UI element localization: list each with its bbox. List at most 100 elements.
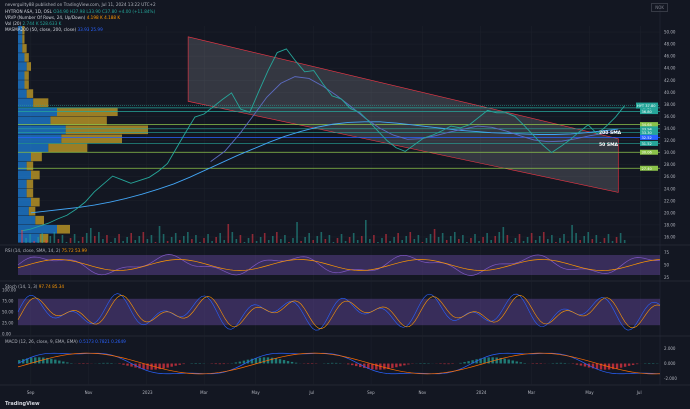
time-tick-label: Jul [636,390,642,395]
volume-bar [575,233,577,243]
macd-histogram-bar [162,363,165,369]
volume-bar [466,242,468,243]
macd-histogram-bar [619,363,623,368]
volume-bar [421,242,424,243]
macd-histogram-bar [483,357,486,364]
volume-bar [522,241,525,243]
ma-label[interactable]: MASMA200 (50, close, 200, close) [5,27,76,32]
price-tick-label: 18.00 [664,222,676,227]
macd-histogram-bar [282,360,286,364]
macd-histogram-bar [222,363,226,365]
volume-bar [514,238,517,243]
volume-bar [547,239,549,243]
volume-bar [316,236,319,243]
volume-profile-down-bar [22,44,27,53]
macd-histogram-bar [330,362,334,364]
volume-bar [267,240,270,243]
time-tick-label: Nov [85,390,93,395]
volume-bar [174,233,177,243]
volume-label[interactable]: Vol (20) [5,21,21,26]
macd-histogram-bar [579,363,583,366]
volume-bar [482,237,484,243]
volume-bar [211,241,213,243]
volume-profile-up-bar [18,35,23,44]
macd-histogram-bar [106,362,109,364]
volume-bar [134,240,137,243]
volume-profile-down-bar [26,89,34,98]
volume-profile-up-bar [18,53,25,62]
volume-bar [474,234,476,243]
rsi-tick-label: 50 [664,263,670,268]
volume-bar [69,238,72,243]
chart-svg[interactable]: 16.00 18.00 20.00 22.00 24.00 26.00 28.00 30.00… [0,0,690,409]
vrvp-label[interactable]: VRVP (Number Of Rows, 24, Up/Down) [5,15,85,20]
volume-bar [162,234,165,243]
volume-bar [599,242,602,243]
volume-bar [498,232,501,243]
volume-bar [150,235,153,243]
volume-bar [255,241,258,243]
volume-bar [563,234,565,243]
volume-bar [542,232,545,243]
volume-bar [344,241,347,243]
macd-label[interactable]: MACD (12, 26, close, 9, EMA, EMA) [5,339,78,344]
volume-bar [623,240,626,243]
volume-bar [478,241,480,243]
macd-histogram-bar [575,363,579,365]
macd-histogram-bar [519,362,522,364]
level-label: 33.30 [642,131,653,135]
macd-histogram-bar [214,363,218,365]
volume-bar [369,239,371,243]
volume-bar [373,235,375,243]
volume-bar [182,236,185,243]
volume-bar [122,241,124,243]
volume-profile-down-bar [26,179,34,189]
volume-bar [271,236,274,243]
volume-bar [118,234,120,243]
currency-badge[interactable]: NOK [651,3,668,12]
volume-bar [215,237,217,243]
volume-bar [397,233,399,243]
volume-profile-down-bar [31,152,42,162]
volume-bar [126,237,128,243]
symbol-name[interactable]: HYTRON ASA, 1D, OSL [5,9,52,14]
volume-profile-up-bar [18,80,25,89]
volume-bar [595,235,598,243]
volume-bar [340,234,343,243]
volume-profile-up-bar [18,215,36,225]
level-label: 36.80 [642,110,653,114]
macd-histogram-bar [403,363,406,366]
volume-bar [445,240,448,243]
price-tick-label: 38.00 [664,102,676,107]
volume-bar [191,239,193,243]
stoch-label[interactable]: Stoch (14, 1, 3) [5,284,37,289]
macd-signal-line [17,352,661,375]
macd-histogram-bar [615,363,619,369]
volume-profile-down-bar [35,215,44,225]
stoch-tick-label: 0.00 [2,332,11,337]
volume-values: 2.744 K 528.633 K [22,21,62,26]
macd-histogram-bar [399,363,402,367]
volume-profile-down-bar [26,161,34,171]
volume-bar [510,242,513,243]
macd-histogram-bar [182,363,185,365]
time-tick-label: 2023 [142,390,153,395]
volume-bar [619,233,622,243]
volume-bar [534,240,537,243]
volume-bar [98,232,100,243]
volume-bar [81,237,84,243]
volume-bar [243,242,246,243]
volume-bar [106,235,108,243]
volume-bar [360,236,363,243]
volume-bar [288,242,290,243]
volume-bar [138,236,141,243]
volume-bar [41,233,44,243]
volume-bar [21,230,23,243]
macd-histogram-bar [334,362,338,364]
volume-bar [470,238,472,243]
macd-histogram-bar [347,363,350,365]
volume-bar [429,234,432,243]
macd-histogram-bar [62,361,65,364]
level-label: 32.52 [642,136,652,140]
rsi-label[interactable]: RSI (14, close, SMA, 14, 2) [5,248,60,253]
